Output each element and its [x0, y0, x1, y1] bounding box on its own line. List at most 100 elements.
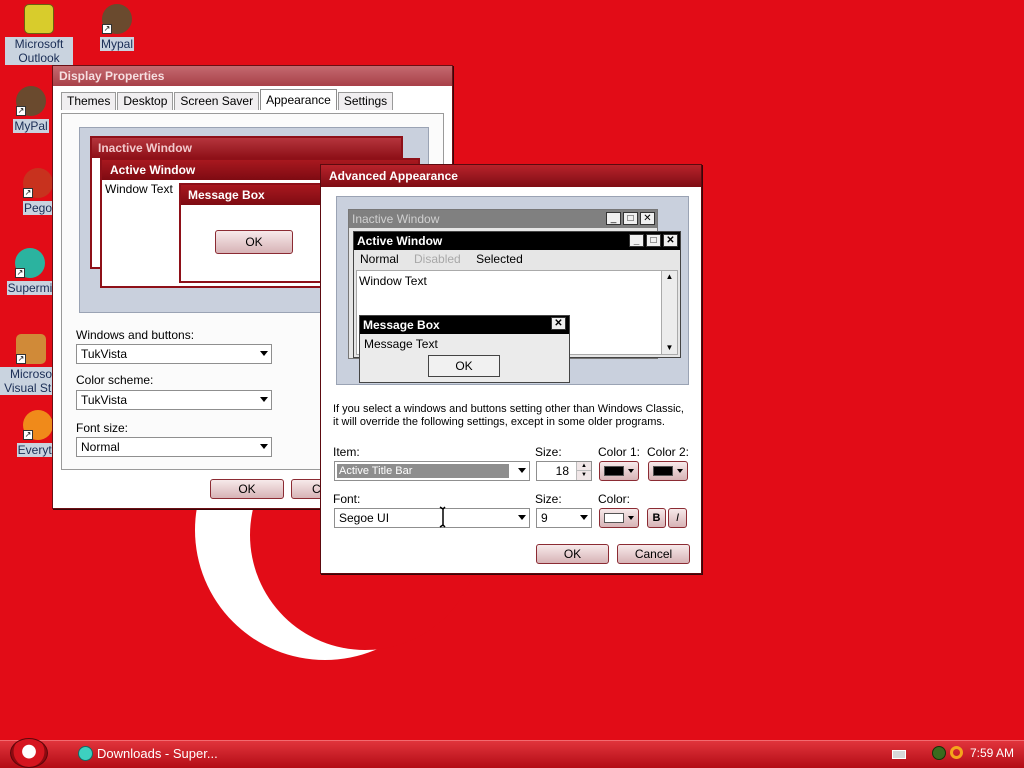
desktop-icon-mypal[interactable]: ↗ Mypal [83, 4, 151, 51]
italic-button[interactable]: I [668, 508, 687, 528]
item-value: Active Title Bar [337, 464, 509, 478]
spin-down-icon[interactable]: ▼ [576, 471, 591, 480]
close-icon: ✕ [640, 212, 655, 225]
taskbar-item-downloads[interactable]: Downloads - Super... [72, 743, 262, 765]
color1-picker-button[interactable] [599, 461, 639, 481]
windows-and-buttons-select[interactable]: TukVista [76, 344, 272, 364]
advanced-appearance-titlebar[interactable]: Advanced Appearance [321, 165, 701, 187]
adv-preview-ok-button: OK [428, 355, 500, 377]
visual-studio-icon: ↗ [16, 334, 46, 364]
override-info-line-1: If you select a windows and buttons sett… [333, 403, 684, 415]
tab-settings[interactable]: Settings [337, 92, 394, 110]
color-scheme-value: TukVista [81, 393, 128, 407]
font-size-label: Font size: [76, 421, 129, 435]
advanced-cancel-button[interactable]: Cancel [617, 544, 690, 564]
maximize-icon: □ [623, 212, 638, 225]
adv-preview-inactive-title-text: Inactive Window [352, 212, 440, 226]
display-ok-button[interactable]: OK [210, 479, 284, 499]
raccoon-icon: ↗ [16, 86, 46, 116]
shortcut-arrow-icon: ↗ [15, 268, 25, 278]
outlook-icon [24, 4, 54, 34]
shortcut-arrow-icon: ↗ [16, 354, 26, 364]
preview-window-text: Window Text [105, 182, 173, 196]
override-info-line-2: it will override the following settings,… [333, 416, 665, 428]
tab-themes[interactable]: Themes [61, 92, 117, 110]
adv-preview-message-box-title: Message Box ✕ [360, 316, 569, 334]
shortcut-arrow-icon: ↗ [102, 24, 112, 34]
everything-search-icon: ↗ [23, 410, 53, 440]
adv-preview-message-box: Message Box ✕ Message Text OK [359, 315, 570, 383]
tab-screen-saver[interactable]: Screen Saver [174, 92, 260, 110]
minimize-icon: _ [629, 234, 644, 247]
search-icon[interactable] [950, 746, 963, 759]
scroll-down-icon: ▼ [665, 343, 674, 352]
chevron-down-icon [260, 444, 268, 449]
keyboard-icon[interactable] [892, 750, 906, 759]
advanced-preview: Inactive Window _ □ ✕ Active Window _ □ … [336, 196, 689, 385]
color-scheme-label: Color scheme: [76, 373, 154, 387]
adv-preview-menu-normal: Normal [360, 252, 399, 266]
preview-inactive-title: Inactive Window [92, 138, 401, 158]
desktop-icon-outlook[interactable]: Microsoft Outlook [5, 4, 73, 65]
shortcut-arrow-icon: ↗ [23, 430, 33, 440]
start-button[interactable] [10, 738, 48, 768]
windows-and-buttons-value: TukVista [81, 347, 128, 361]
close-icon: ✕ [663, 234, 678, 247]
color2-label: Color 2: [647, 445, 690, 459]
supermium-icon [78, 746, 93, 761]
shortcut-arrow-icon: ↗ [16, 106, 26, 116]
minimize-icon: _ [606, 212, 621, 225]
system-tray: 7:59 AM [880, 741, 1024, 768]
item-size-spinner[interactable]: 18 ▲ ▼ [536, 461, 592, 481]
chevron-down-icon [260, 397, 268, 402]
font-size-select[interactable]: Normal [76, 437, 272, 457]
spin-up-icon[interactable]: ▲ [576, 462, 591, 471]
adv-preview-active-title-text: Active Window [357, 234, 443, 248]
item-select[interactable]: Active Title Bar [334, 461, 530, 481]
desktop-icon-label: Supermi [6, 281, 54, 295]
taskbar-clock[interactable]: 7:59 AM [970, 746, 1014, 760]
adv-preview-window-text: Window Text [359, 274, 427, 288]
font-value: Segoe UI [339, 511, 390, 525]
color2-picker-button[interactable] [648, 461, 688, 481]
scroll-up-icon: ▲ [665, 272, 674, 281]
adv-preview-active-title: Active Window _ □ ✕ [354, 232, 680, 250]
display-properties-titlebar[interactable]: Display Properties [53, 66, 452, 86]
chevron-down-icon [677, 469, 683, 473]
font-size-value: 9 [541, 511, 548, 525]
preview-message-box-title: Message Box [181, 185, 321, 205]
raccoon-icon: ↗ [102, 4, 132, 34]
item-size-value: 18 [555, 464, 569, 478]
color-scheme-select[interactable]: TukVista [76, 390, 272, 410]
bold-button[interactable]: B [647, 508, 666, 528]
desktop: Microsoft Outlook ↗ Mypal ↗ MyPal ↗ Pego… [0, 0, 1024, 740]
advanced-ok-button[interactable]: OK [536, 544, 609, 564]
color1-swatch [604, 466, 624, 476]
tab-desktop[interactable]: Desktop [117, 92, 174, 110]
advanced-appearance-window: Advanced Appearance Inactive Window _ □ … [320, 164, 702, 574]
chevron-down-icon [518, 468, 526, 473]
color2-swatch [653, 466, 673, 476]
adv-preview-inactive-title: Inactive Window _ □ ✕ [349, 210, 657, 228]
desktop-icon-label: Microsoft Outlook [5, 37, 73, 65]
shortcut-arrow-icon: ↗ [23, 188, 33, 198]
chevron-down-icon [628, 516, 634, 520]
windows-and-buttons-label: Windows and buttons: [76, 328, 195, 342]
adv-preview-message-box-title-text: Message Box [363, 318, 440, 332]
pego-icon: ↗ [23, 168, 53, 198]
chevron-down-icon [518, 515, 526, 520]
desktop-icon-label: MyPal [13, 119, 49, 133]
font-size-select[interactable]: 9 [536, 508, 592, 528]
raccoon-tray-icon[interactable] [932, 746, 946, 760]
tab-appearance[interactable]: Appearance [260, 89, 337, 110]
adv-preview-menu-disabled: Disabled [414, 252, 461, 266]
preview-ok-button: OK [215, 230, 293, 254]
display-properties-tabs: Themes Desktop Screen Saver Appearance S… [61, 89, 394, 110]
font-select[interactable]: Segoe UI [334, 508, 530, 528]
chevron-down-icon [580, 515, 588, 520]
adv-preview-menu-selected: Selected [476, 252, 523, 266]
desktop-icon-label: Pego [22, 201, 54, 215]
adv-preview-menubar: Normal Disabled Selected [354, 250, 680, 269]
close-icon: ✕ [551, 317, 566, 330]
font-color-picker-button[interactable] [599, 508, 639, 528]
